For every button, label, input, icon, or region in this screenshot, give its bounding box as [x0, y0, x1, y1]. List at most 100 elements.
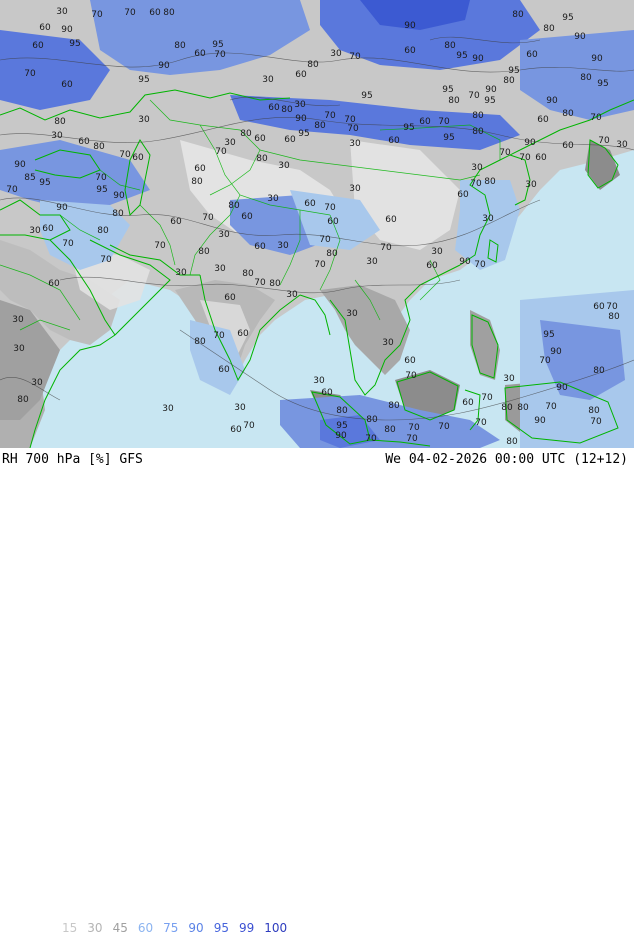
contour-label: 80 [174, 41, 186, 51]
contour-label: 95 [96, 185, 107, 195]
contour-label: 60 [321, 388, 333, 398]
contour-label: 30 [224, 138, 236, 148]
contour-label: 95 [298, 129, 309, 139]
contour-label: 70 [6, 185, 18, 195]
contour-label: 90 [546, 96, 558, 106]
contour-label: 70 [590, 113, 602, 123]
contour-label: 70 [406, 434, 418, 444]
contour-label: 80 [281, 105, 293, 115]
contour-label: 60 [42, 224, 54, 234]
contour-label: 80 [194, 337, 206, 347]
map-datetime: We 04-02-2026 00:00 UTC (12+12) [385, 452, 628, 467]
contour-label: 70 [347, 124, 359, 134]
contour-label: 90 [335, 431, 347, 441]
contour-label: 80 [198, 247, 210, 257]
contour-label: 60 [194, 164, 206, 174]
contour-label: 95 [442, 85, 453, 95]
contour-label: 90 [556, 383, 568, 393]
contour-label: 60 [404, 356, 416, 366]
contour-label: 60 [224, 293, 236, 303]
contour-label: 95 [456, 51, 467, 61]
contour-label: 90 [61, 25, 73, 35]
contour-label: 80 [501, 403, 513, 413]
contour-label: 90 [550, 347, 562, 357]
contour-label: 60 [457, 190, 469, 200]
contour-label: 30 [262, 75, 274, 85]
weather-map: 30 70 70 60 80 80 95 60 90 90 80 90 60 95 80 95 60 70 60 80… [0, 0, 634, 448]
contour-label: 80 [314, 121, 326, 131]
contour-label: 80 [543, 24, 555, 34]
contour-label: 80 [366, 415, 378, 425]
contour-label: 70 [119, 150, 131, 160]
contour-label: 30 [525, 180, 537, 190]
contour-label: 95 [403, 123, 414, 133]
contour-label: 70 [545, 402, 557, 412]
contour-label: 70 [314, 260, 326, 270]
contour-label: 60 [404, 46, 416, 56]
contour-label: 85 [24, 173, 35, 183]
contour-label: 60 [32, 41, 44, 51]
contour-label: 60 [194, 49, 206, 59]
contour-label: 80 [242, 269, 254, 279]
contour-label: 80 [384, 425, 396, 435]
contour-label: 60 [462, 398, 474, 408]
contour-label: 30 [431, 247, 443, 257]
contour-label: 80 [444, 41, 456, 51]
contour-label: 70 [539, 356, 551, 366]
contour-label: 60 [385, 215, 397, 225]
contour-label: 60 [61, 80, 73, 90]
legend-item: 15 [62, 921, 78, 935]
contour-label: 70 [590, 417, 602, 427]
contour-label: 80 [336, 406, 348, 416]
contour-label: 60 [526, 50, 538, 60]
contour-label: 90 [534, 416, 546, 426]
contour-label: 60 [419, 117, 431, 127]
contour-label: 70 [474, 260, 486, 270]
contour-label: 80 [269, 279, 281, 289]
legend: 15 30 45 60 75 90 95 99 100 [62, 921, 297, 935]
contour-label: 95 [543, 330, 554, 340]
contour-label: 30 [349, 184, 361, 194]
contour-label: 70 [365, 434, 377, 444]
contour-label: 30 [313, 376, 325, 386]
contour-label: 60 [230, 425, 242, 435]
contour-label: 70 [319, 235, 331, 245]
contour-label: 80 [307, 60, 319, 70]
contour-label: 80 [562, 109, 574, 119]
contour-label: 60 [237, 329, 249, 339]
contour-label: 70 [243, 421, 255, 431]
contour-label: 60 [39, 23, 51, 33]
contour-label: 30 [471, 163, 483, 173]
contour-label: 70 [475, 418, 487, 428]
legend-item: 75 [163, 921, 179, 935]
contour-label: 90 [472, 54, 484, 64]
contour-label: 70 [468, 91, 480, 101]
contour-label: 80 [472, 127, 484, 137]
contour-label: 30 [56, 7, 68, 17]
contour-label: 70 [405, 371, 417, 381]
contour-label: 70 [324, 203, 336, 213]
contour-label: 80 [472, 111, 484, 121]
contour-label: 95 [212, 40, 223, 50]
contour-label: 70 [481, 393, 493, 403]
contour-label: 70 [606, 302, 618, 312]
contour-label: 60 [78, 137, 90, 147]
contour-label: 90 [113, 191, 125, 201]
contour-label: 90 [574, 32, 586, 42]
contour-label: 60 [295, 70, 307, 80]
contour-label: 90 [158, 61, 170, 71]
contour-label: 70 [598, 136, 610, 146]
contour-label: 60 [218, 365, 230, 375]
contour-label: 70 [470, 179, 482, 189]
contour-label: 60 [241, 212, 253, 222]
contour-label: 30 [330, 49, 342, 59]
contour-label: 95 [69, 39, 80, 49]
contour-label: 30 [267, 194, 279, 204]
contour-label: 60 [535, 153, 547, 163]
contour-label: 70 [324, 111, 336, 121]
contour-label: 30 [12, 315, 24, 325]
contour-label: 80 [93, 142, 105, 152]
contour-label: 95 [484, 96, 495, 106]
contour-label: 30 [218, 230, 230, 240]
contour-label: 30 [51, 131, 63, 141]
